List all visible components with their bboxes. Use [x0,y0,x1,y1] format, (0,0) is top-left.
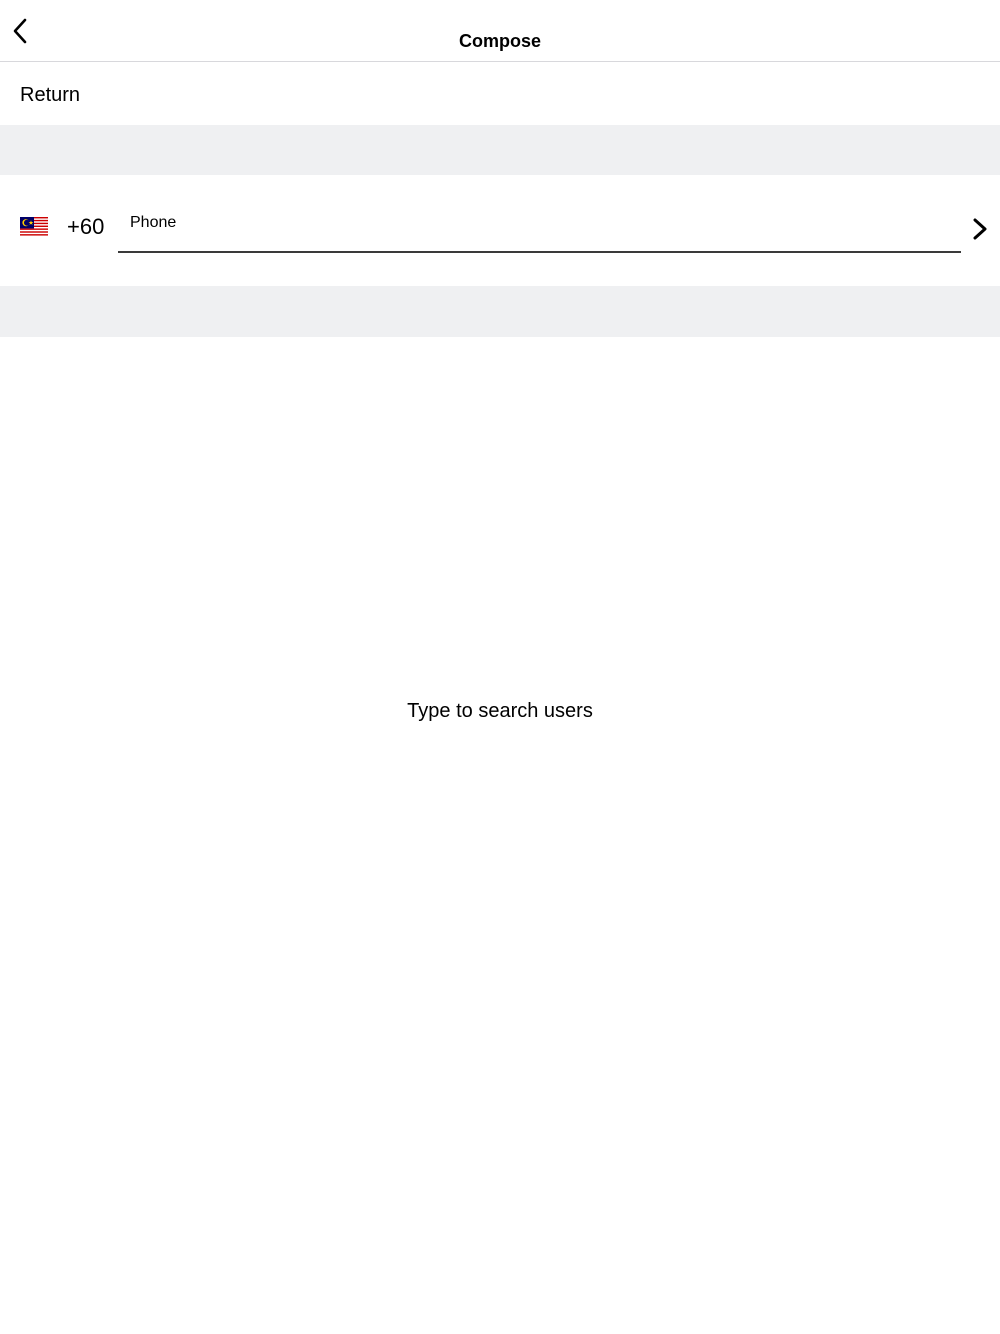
chevron-right-icon [973,218,987,240]
compose-screen: Compose Return +60 Phone Type to search … [0,0,1000,1334]
page-title: Compose [458,31,541,51]
country-dial-code[interactable]: +60 [67,214,104,240]
section-spacer [0,286,1000,337]
search-empty-message: Type to search users [407,700,593,722]
phone-field[interactable] [118,203,961,253]
navigation-bar: Compose [0,0,1000,62]
country-code-picker[interactable]: +60 [20,211,112,243]
section-spacer [0,125,1000,175]
return-row[interactable]: Return [0,63,1000,125]
phone-entry-row: +60 [0,175,1000,286]
phone-input[interactable] [130,211,950,235]
malaysia-flag-icon [20,217,48,237]
return-button[interactable]: Return [20,83,80,107]
next-button[interactable] [966,215,994,243]
